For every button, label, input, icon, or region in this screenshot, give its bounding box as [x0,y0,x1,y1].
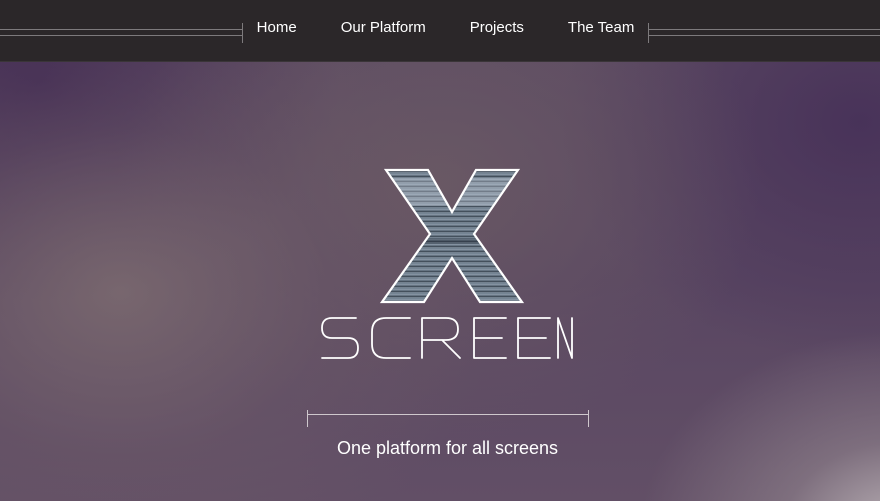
main-nav: Home Our Platform Projects The Team [243,0,648,54]
logo-wordmark [321,317,573,359]
hero-divider [307,410,589,430]
nav-item-projects[interactable]: Projects [448,19,546,36]
nav-decor-rule-left [0,29,242,36]
hero-section: One platform for all screens [0,62,880,501]
nav-item-the-team[interactable]: The Team [546,19,656,36]
top-navbar: Home Our Platform Projects The Team [0,0,880,62]
nav-decor-rule-right [649,29,880,36]
nav-item-our-platform[interactable]: Our Platform [319,19,448,36]
hero-tagline: One platform for all screens [336,438,559,458]
logo-x-mark [379,168,525,304]
nav-item-home[interactable]: Home [235,19,319,36]
